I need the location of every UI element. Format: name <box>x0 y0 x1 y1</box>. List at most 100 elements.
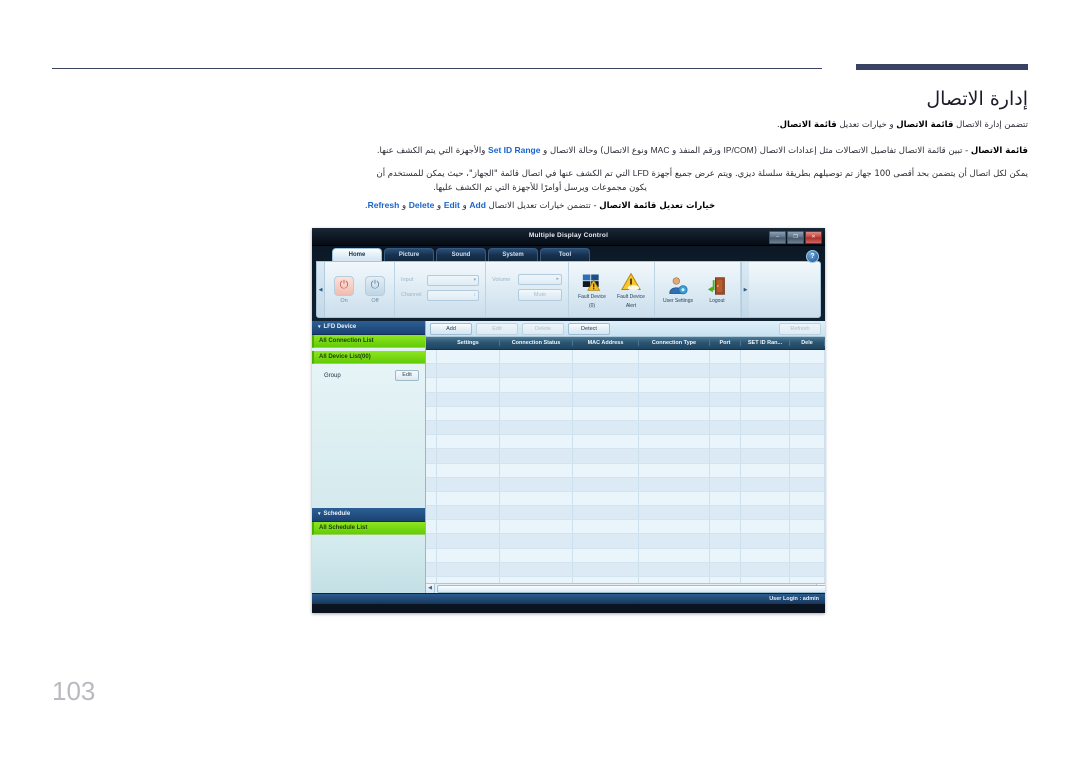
scroll-track[interactable] <box>435 584 825 593</box>
table-row[interactable] <box>426 449 825 464</box>
ribbon-tabs: Home Picture Sound System Tool <box>332 248 825 261</box>
scroll-left-icon[interactable]: ◀ <box>426 584 435 593</box>
column-settings[interactable]: Settings <box>437 340 500 346</box>
p2-latin-mac: MAC <box>650 145 670 155</box>
volume-field-row: Volume ▸ <box>492 274 562 285</box>
tab-sound[interactable]: Sound <box>436 248 486 261</box>
column-port[interactable]: Port <box>710 340 741 346</box>
p2-a: - تبين قائمة الاتصال تفاصيل الاتصالات مث… <box>753 146 971 156</box>
close-icon[interactable]: ✕ <box>805 230 822 244</box>
delete-button[interactable]: Delete <box>522 322 564 335</box>
table-row[interactable] <box>426 562 825 577</box>
tab-system[interactable]: System <box>488 248 538 261</box>
table-row[interactable] <box>426 506 825 521</box>
fault-device-button[interactable]: Fault Device (0) <box>575 270 609 309</box>
p2-bold: قائمة الاتصال <box>970 146 1028 156</box>
table-row[interactable] <box>426 520 825 535</box>
ribbon-scroll-left-icon[interactable]: ◀ <box>317 262 325 317</box>
header-accent-block <box>856 64 1028 70</box>
sidebar-group-row[interactable]: Group Edit <box>312 367 425 381</box>
logout-button[interactable]: Logout <box>700 274 734 305</box>
table-row[interactable] <box>426 463 825 478</box>
page-number: 103 <box>52 676 96 706</box>
sidebar: ▾ LFD Device All Connection List All Devi… <box>312 321 426 593</box>
column-mac-address[interactable]: MAC Address <box>573 340 639 346</box>
horizontal-scrollbar[interactable]: ◀ ▶ <box>426 583 825 593</box>
user-settings-button[interactable]: User Settings <box>661 274 695 305</box>
p2-c: ونوع الاتصال) وحالة الاتصال و <box>540 146 651 156</box>
p1-bold-2: قائمة الاتصال <box>779 120 837 130</box>
power-on-button[interactable]: ⏻ On <box>331 275 357 304</box>
stepper-arrows-icon: ↕ <box>473 291 477 298</box>
fault-device-alert-label-2: Alert <box>625 302 637 309</box>
logout-icon <box>700 274 734 296</box>
fault-device-alert-button[interactable]: Fault Device Alert <box>614 270 648 309</box>
tab-home[interactable]: Home <box>332 248 382 261</box>
refresh-button[interactable]: Refresh <box>779 322 821 335</box>
table-row[interactable] <box>426 534 825 549</box>
table-row[interactable] <box>426 406 825 421</box>
detect-button[interactable]: Detect <box>568 322 610 335</box>
p2-d: والأجهزة التي يتم الكشف عنها. <box>376 146 489 156</box>
input-select[interactable]: ▾ <box>427 274 479 286</box>
scroll-thumb[interactable] <box>437 585 825 593</box>
minimize-icon[interactable]: – <box>769 230 786 244</box>
mute-button[interactable]: Mute <box>518 289 562 301</box>
application-window: Multiple Display Control – ❐ ✕ Home Pict… <box>312 228 825 613</box>
p4-bold: خيارات تعديل قائمة الاتصال <box>599 201 716 211</box>
ribbon-group-actions: Fault Device (0) Fault Device Alert <box>569 262 655 317</box>
sidebar-item-all-connection-list[interactable]: All Connection List <box>312 335 425 348</box>
column-connection-type[interactable]: Connection Type <box>639 340 710 346</box>
power-off-button[interactable]: ⏻ Off <box>362 275 388 304</box>
p3-c: يكون مجموعات ويرسل أوامرًا للأجهزة التي … <box>433 183 647 193</box>
p4-link-edit: Edit <box>443 200 460 210</box>
table-row[interactable] <box>426 548 825 563</box>
page-title: إدارة الاتصال <box>926 88 1028 110</box>
column-set-id-range[interactable]: SET ID Ran... <box>741 340 790 346</box>
table-row[interactable] <box>426 491 825 507</box>
table-row[interactable] <box>426 378 825 393</box>
table-row[interactable] <box>426 477 825 492</box>
input-field-row: Input ▾ <box>401 274 479 286</box>
sidebar-item-all-device-list[interactable]: All Device List(00) <box>312 351 425 364</box>
fault-device-label-2: (0) <box>588 302 596 309</box>
p4-link-refresh: Refresh <box>367 200 400 210</box>
tab-picture[interactable]: Picture <box>384 248 434 261</box>
fault-device-label-1: Fault Device <box>578 294 606 300</box>
edit-button[interactable]: Edit <box>476 322 518 335</box>
p4-link-add: Add <box>469 200 486 210</box>
user-settings-icon <box>661 274 695 296</box>
sidebar-group-list: Group Edit <box>312 364 425 508</box>
fault-device-icon <box>575 270 609 292</box>
group-edit-button[interactable]: Edit <box>395 370 419 381</box>
logout-label: Logout <box>709 298 725 305</box>
ribbon-scroll-right-icon[interactable]: ▶ <box>741 262 749 317</box>
table-row[interactable] <box>426 420 825 436</box>
paragraph-intro: تتضمن إدارة الاتصال قائمة الاتصال و خيار… <box>52 120 1028 130</box>
user-settings-label: User Settings <box>662 298 693 305</box>
paragraph-edit-options: خيارات تعديل قائمة الاتصال - تتضمن خيارا… <box>52 200 1028 211</box>
tab-tool[interactable]: Tool <box>540 248 590 261</box>
volume-label: Volume <box>492 276 511 283</box>
table-row[interactable] <box>426 364 825 379</box>
table-header: Settings Connection Status MAC Address C… <box>426 337 825 350</box>
sidebar-section-lfd-device[interactable]: ▾ LFD Device <box>312 321 425 335</box>
table-body[interactable] <box>426 350 825 583</box>
table-row[interactable] <box>426 435 825 450</box>
power-on-icon: ⏻ <box>334 275 354 296</box>
ribbon-group-power: ⏻ On ⏻ Off <box>325 262 395 317</box>
volume-slider[interactable]: ▸ <box>518 274 562 285</box>
table-row[interactable] <box>426 392 825 407</box>
channel-stepper[interactable]: ↕ <box>427 289 479 301</box>
status-bar: User Login : admin <box>312 593 825 604</box>
paragraph-connection-list: قائمة الاتصال - تبين قائمة الاتصال تفاصي… <box>52 145 1028 156</box>
ribbon-body: ◀ ⏻ On ⏻ Off Input ▾ Channel ↕ Volume ▸ … <box>316 261 821 318</box>
sidebar-section-schedule[interactable]: ▾ Schedule <box>312 508 425 522</box>
maximize-icon[interactable]: ❐ <box>787 230 804 244</box>
help-icon[interactable]: ? <box>806 250 819 263</box>
add-button[interactable]: Add <box>430 322 472 335</box>
column-connection-status[interactable]: Connection Status <box>500 340 573 346</box>
table-row[interactable] <box>426 350 825 365</box>
sidebar-item-all-schedule-list[interactable]: All Schedule List <box>312 522 425 535</box>
column-delete[interactable]: Dele <box>790 340 825 346</box>
